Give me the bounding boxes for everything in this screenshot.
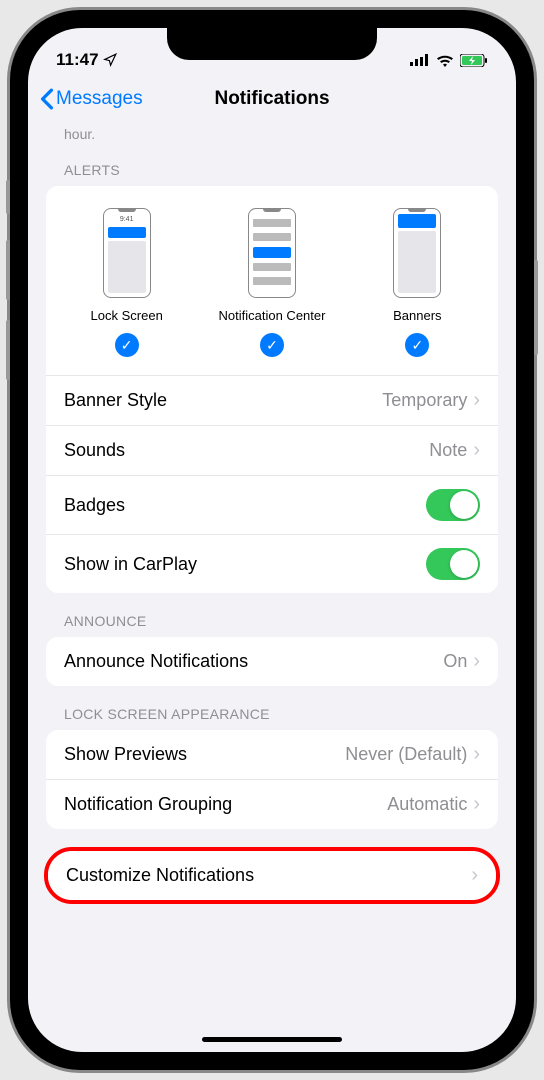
checkmark-icon: ✓ [115, 333, 139, 357]
volume-down [6, 320, 10, 380]
alerts-group: 9:41 Lock Screen ✓ [46, 186, 498, 593]
volume-up [6, 240, 10, 300]
section-header-alerts: ALERTS [46, 142, 498, 186]
row-sounds[interactable]: Sounds Note › [46, 426, 498, 476]
alert-type-banners[interactable]: Banners ✓ [345, 208, 490, 357]
chevron-right-icon: › [473, 389, 480, 412]
customize-group: Customize Notifications › [48, 851, 496, 900]
row-customize-notifications[interactable]: Customize Notifications › [48, 851, 496, 900]
row-value: Automatic [387, 794, 467, 815]
nav-bar: Messages Notifications [28, 78, 516, 124]
row-banner-style[interactable]: Banner Style Temporary › [46, 376, 498, 426]
status-time: 11:47 [56, 50, 99, 70]
chevron-right-icon: › [473, 650, 480, 673]
cellular-icon [410, 54, 430, 66]
row-value: Note [429, 440, 467, 461]
row-label: Announce Notifications [64, 651, 248, 672]
phone-screen: 11:47 Messages Notifications hour. ALERT… [28, 28, 516, 1052]
row-label: Banner Style [64, 390, 167, 411]
row-label: Sounds [64, 440, 125, 461]
content-scroll[interactable]: hour. ALERTS 9:41 Lock Screen ✓ [28, 124, 516, 1048]
alert-label: Notification Center [219, 308, 326, 323]
row-notification-grouping[interactable]: Notification Grouping Automatic › [46, 780, 498, 829]
phone-frame: 11:47 Messages Notifications hour. ALERT… [10, 10, 534, 1070]
notificationcenter-mock-icon [248, 208, 296, 298]
lockscreen-group: Show Previews Never (Default) › Notifica… [46, 730, 498, 829]
power-button [534, 260, 538, 355]
page-title: Notifications [214, 88, 329, 110]
banners-mock-icon [393, 208, 441, 298]
battery-icon [460, 54, 488, 67]
alert-type-lockscreen[interactable]: 9:41 Lock Screen ✓ [54, 208, 199, 357]
row-label: Badges [64, 495, 125, 516]
row-label: Show in CarPlay [64, 554, 197, 575]
alert-label: Lock Screen [91, 308, 163, 323]
mute-switch [6, 180, 10, 214]
carplay-toggle[interactable] [426, 548, 480, 580]
section-header-announce: ANNOUNCE [46, 593, 498, 637]
row-carplay: Show in CarPlay [46, 535, 498, 593]
row-show-previews[interactable]: Show Previews Never (Default) › [46, 730, 498, 780]
lockscreen-mock-icon: 9:41 [103, 208, 151, 298]
row-value: Never (Default) [345, 744, 467, 765]
alert-types-row: 9:41 Lock Screen ✓ [46, 186, 498, 376]
wifi-icon [436, 54, 454, 67]
row-value: On [443, 651, 467, 672]
checkmark-icon: ✓ [405, 333, 429, 357]
truncated-text: hour. [46, 124, 498, 142]
chevron-left-icon [40, 88, 54, 110]
chevron-right-icon: › [473, 439, 480, 462]
row-badges: Badges [46, 476, 498, 535]
alert-type-notificationcenter[interactable]: Notification Center ✓ [199, 208, 344, 357]
chevron-right-icon: › [473, 743, 480, 766]
chevron-right-icon: › [473, 793, 480, 816]
home-indicator[interactable] [202, 1037, 342, 1042]
announce-group: Announce Notifications On › [46, 637, 498, 686]
row-announce[interactable]: Announce Notifications On › [46, 637, 498, 686]
back-label: Messages [56, 88, 143, 110]
row-label: Show Previews [64, 744, 187, 765]
row-label: Notification Grouping [64, 794, 232, 815]
section-header-lockscreen: LOCK SCREEN APPEARANCE [46, 686, 498, 730]
back-button[interactable]: Messages [40, 88, 143, 110]
highlight-annotation: Customize Notifications › [44, 847, 500, 904]
row-value: Temporary [382, 390, 467, 411]
chevron-right-icon: › [471, 864, 478, 887]
location-arrow-icon [103, 53, 117, 67]
alert-label: Banners [393, 308, 441, 323]
notch [167, 28, 377, 60]
badges-toggle[interactable] [426, 489, 480, 521]
row-label: Customize Notifications [66, 865, 254, 886]
checkmark-icon: ✓ [260, 333, 284, 357]
